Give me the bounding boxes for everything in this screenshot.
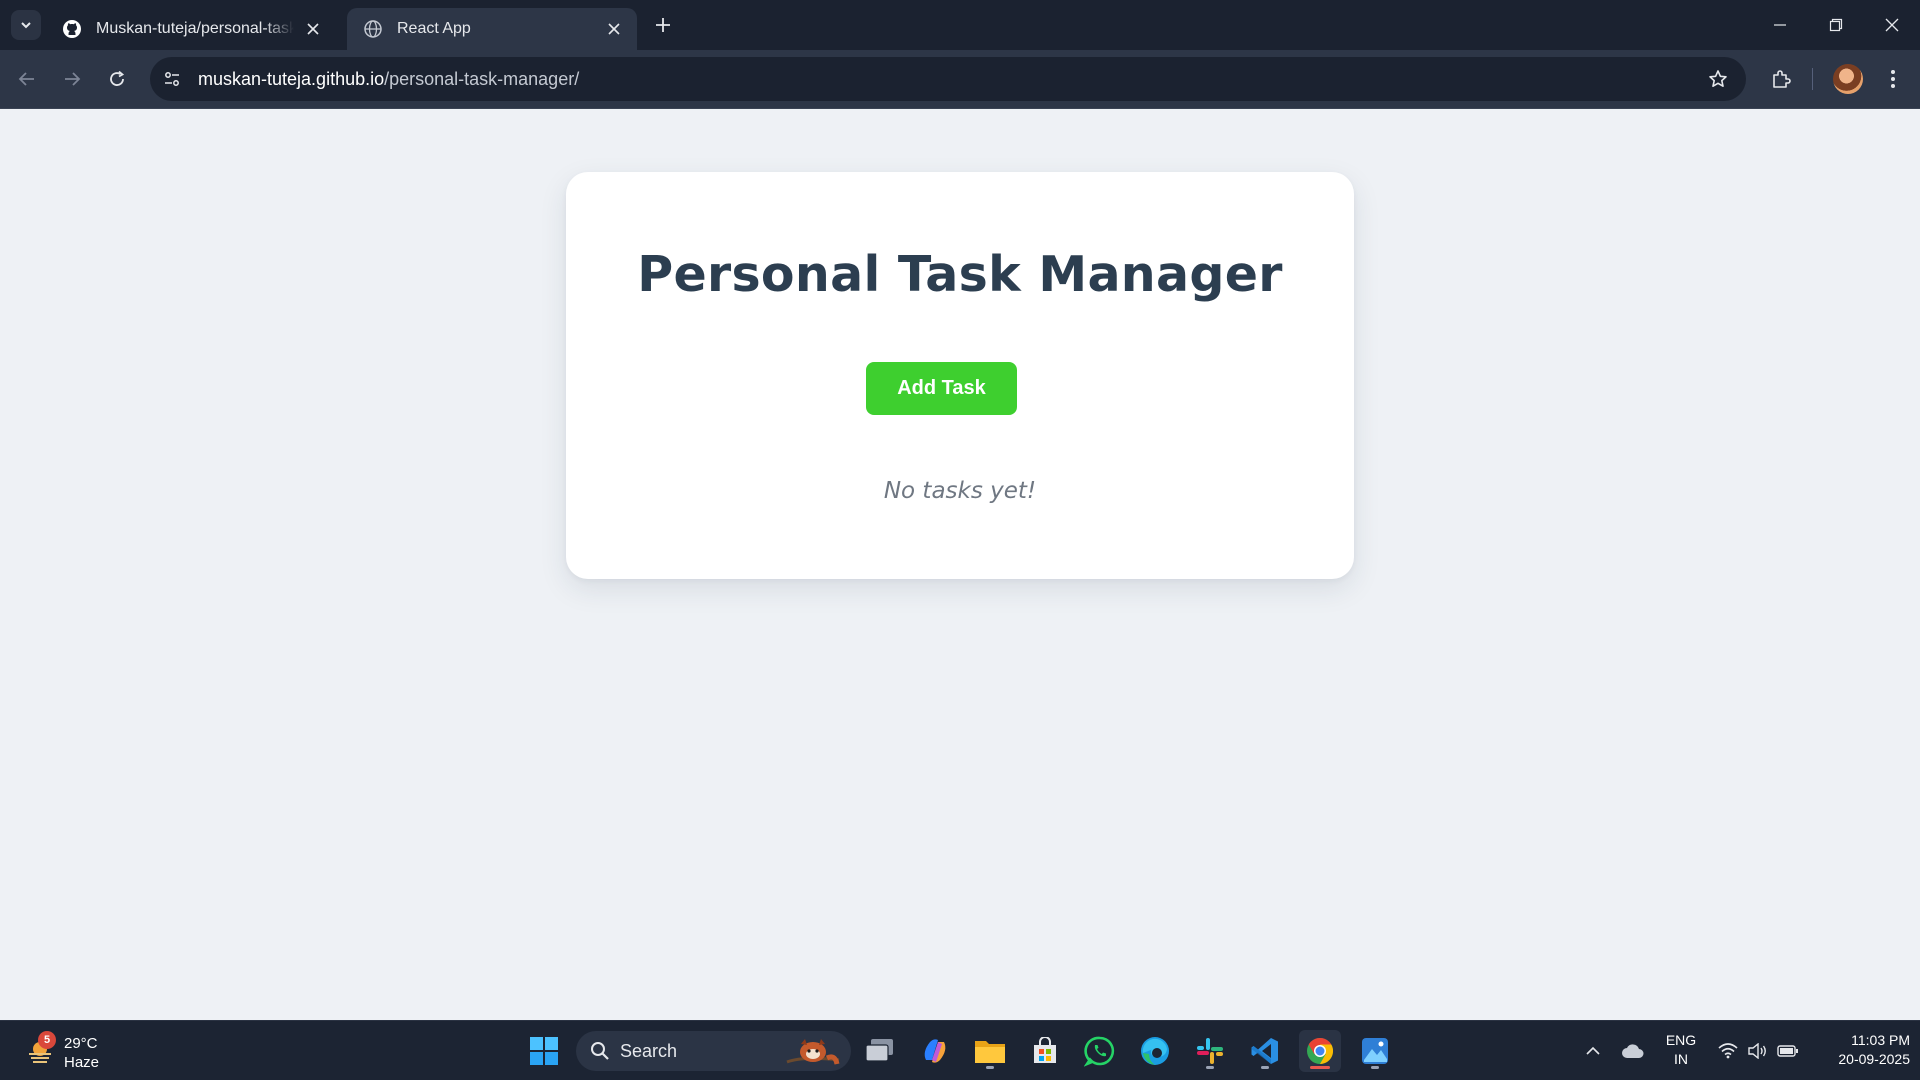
browser-tabstrip: Muskan-tuteja/personal-task-manager Reac… [0,0,1920,50]
puzzle-icon [1773,70,1791,88]
empty-state-message: No tasks yet! [883,478,1037,504]
search-label: Search [620,1040,678,1061]
restore-button[interactable] [1808,0,1864,50]
edge-button[interactable] [1134,1030,1176,1072]
address-bar[interactable]: muskan-tuteja.github.io/personal-task-ma… [150,57,1746,101]
clock-date: 20-09-2025 [1838,1051,1910,1067]
taskbar: 5 29°C Haze Search ENG IN 11:03 PM 20-09… [0,1020,1920,1080]
language-region: IN [1674,1051,1688,1067]
onedrive-button[interactable] [1618,1021,1648,1080]
reload-icon [110,70,125,86]
tune-icon [165,72,179,86]
slack-button[interactable] [1189,1030,1231,1072]
arrow-right-icon [65,72,81,86]
minimize-icon [1774,24,1786,26]
language-indicator[interactable]: ENG IN [1660,1031,1702,1069]
microsoft-store-button[interactable] [1024,1030,1066,1072]
tab-title: Muskan-tuteja/personal-task-manager [96,20,294,37]
window-controls [1752,0,1920,50]
photos-button[interactable] [1354,1030,1396,1072]
url-host: muskan-tuteja.github.io [198,68,385,89]
weather-widget[interactable]: 5 29°C Haze [22,1031,102,1071]
photos-icon [1362,1038,1388,1064]
page-viewport: Personal Task Manager Add Task No tasks … [0,109,1920,1020]
slack-icon [1197,1038,1223,1064]
site-info-button[interactable] [156,63,188,95]
notification-badge: 5 [38,1031,56,1049]
globe-icon [363,19,383,39]
task-view-button[interactable] [859,1030,901,1072]
red-panda-icon [786,1039,840,1065]
extensions-button[interactable] [1766,64,1796,94]
copilot-icon [924,1039,946,1063]
volume-status[interactable] [1744,1021,1772,1080]
chrome-icon [1307,1037,1334,1065]
reload-button[interactable] [102,64,132,94]
battery-charging-icon [1777,1045,1798,1057]
browser-toolbar: muskan-tuteja.github.io/personal-task-ma… [0,50,1920,109]
page-title: Personal Task Manager [637,246,1283,303]
wifi-icon [1718,1043,1738,1059]
vscode-icon [1251,1038,1278,1064]
browser-menu-button[interactable] [1880,64,1906,94]
file-explorer-button[interactable] [969,1030,1011,1072]
tab-github-repo[interactable]: Muskan-tuteja/personal-task-manager [46,8,336,50]
add-task-button[interactable]: Add Task [866,362,1017,415]
star-icon [1709,70,1727,87]
task-manager-card: Personal Task Manager Add Task No tasks … [566,172,1354,579]
restore-icon [1829,18,1843,32]
tab-title: React App [397,20,471,37]
whatsapp-button[interactable] [1079,1030,1121,1072]
show-hidden-icons-button[interactable] [1578,1021,1608,1080]
avatar[interactable] [1833,64,1863,94]
minimize-button[interactable] [1752,0,1808,50]
close-icon[interactable] [603,18,625,40]
language-code: ENG [1665,1032,1697,1048]
task-view-icon [865,1039,893,1062]
system-clock[interactable]: 11:03 PM 20-09-2025 [1810,1031,1910,1069]
cloud-icon [1622,1044,1644,1058]
copilot-button[interactable] [914,1030,956,1072]
search-icon [590,1041,610,1061]
chevron-up-icon [1586,1046,1600,1055]
speaker-icon [1748,1043,1766,1059]
battery-status[interactable] [1774,1021,1802,1080]
vscode-button[interactable] [1244,1030,1286,1072]
chrome-button[interactable] [1299,1030,1341,1072]
forward-button[interactable] [57,64,87,94]
more-vertical-icon [1891,70,1895,88]
taskbar-search[interactable]: Search [576,1031,851,1071]
close-icon [1885,18,1899,32]
github-icon [62,19,82,39]
running-indicator [1261,1066,1269,1069]
running-indicator [1206,1066,1214,1069]
microsoft-store-icon [1034,1037,1056,1063]
active-indicator [1310,1066,1330,1069]
plus-icon [656,18,670,32]
file-explorer-icon [975,1041,1005,1063]
start-icon [530,1037,558,1065]
wifi-status[interactable] [1714,1021,1742,1080]
back-button[interactable] [12,64,42,94]
toolbar-divider [1812,68,1813,90]
url-text: muskan-tuteja.github.io/personal-task-ma… [198,69,579,90]
chevron-down-icon [21,22,31,29]
tab-search-button[interactable] [11,10,41,40]
whatsapp-icon [1084,1036,1115,1067]
weather-temperature: 29°C [64,1035,98,1052]
bookmark-button[interactable] [1706,67,1730,91]
new-tab-button[interactable] [650,12,676,38]
edge-icon [1141,1037,1169,1065]
running-indicator [986,1066,994,1069]
close-window-button[interactable] [1864,0,1920,50]
weather-condition: Haze [64,1054,100,1071]
tab-react-app[interactable]: React App [347,8,637,50]
running-indicator [1371,1066,1379,1069]
url-path: /personal-task-manager/ [384,68,580,89]
arrow-left-icon [18,72,34,86]
clock-time: 11:03 PM [1851,1032,1910,1048]
close-icon[interactable] [302,18,324,40]
start-button[interactable] [523,1030,565,1072]
